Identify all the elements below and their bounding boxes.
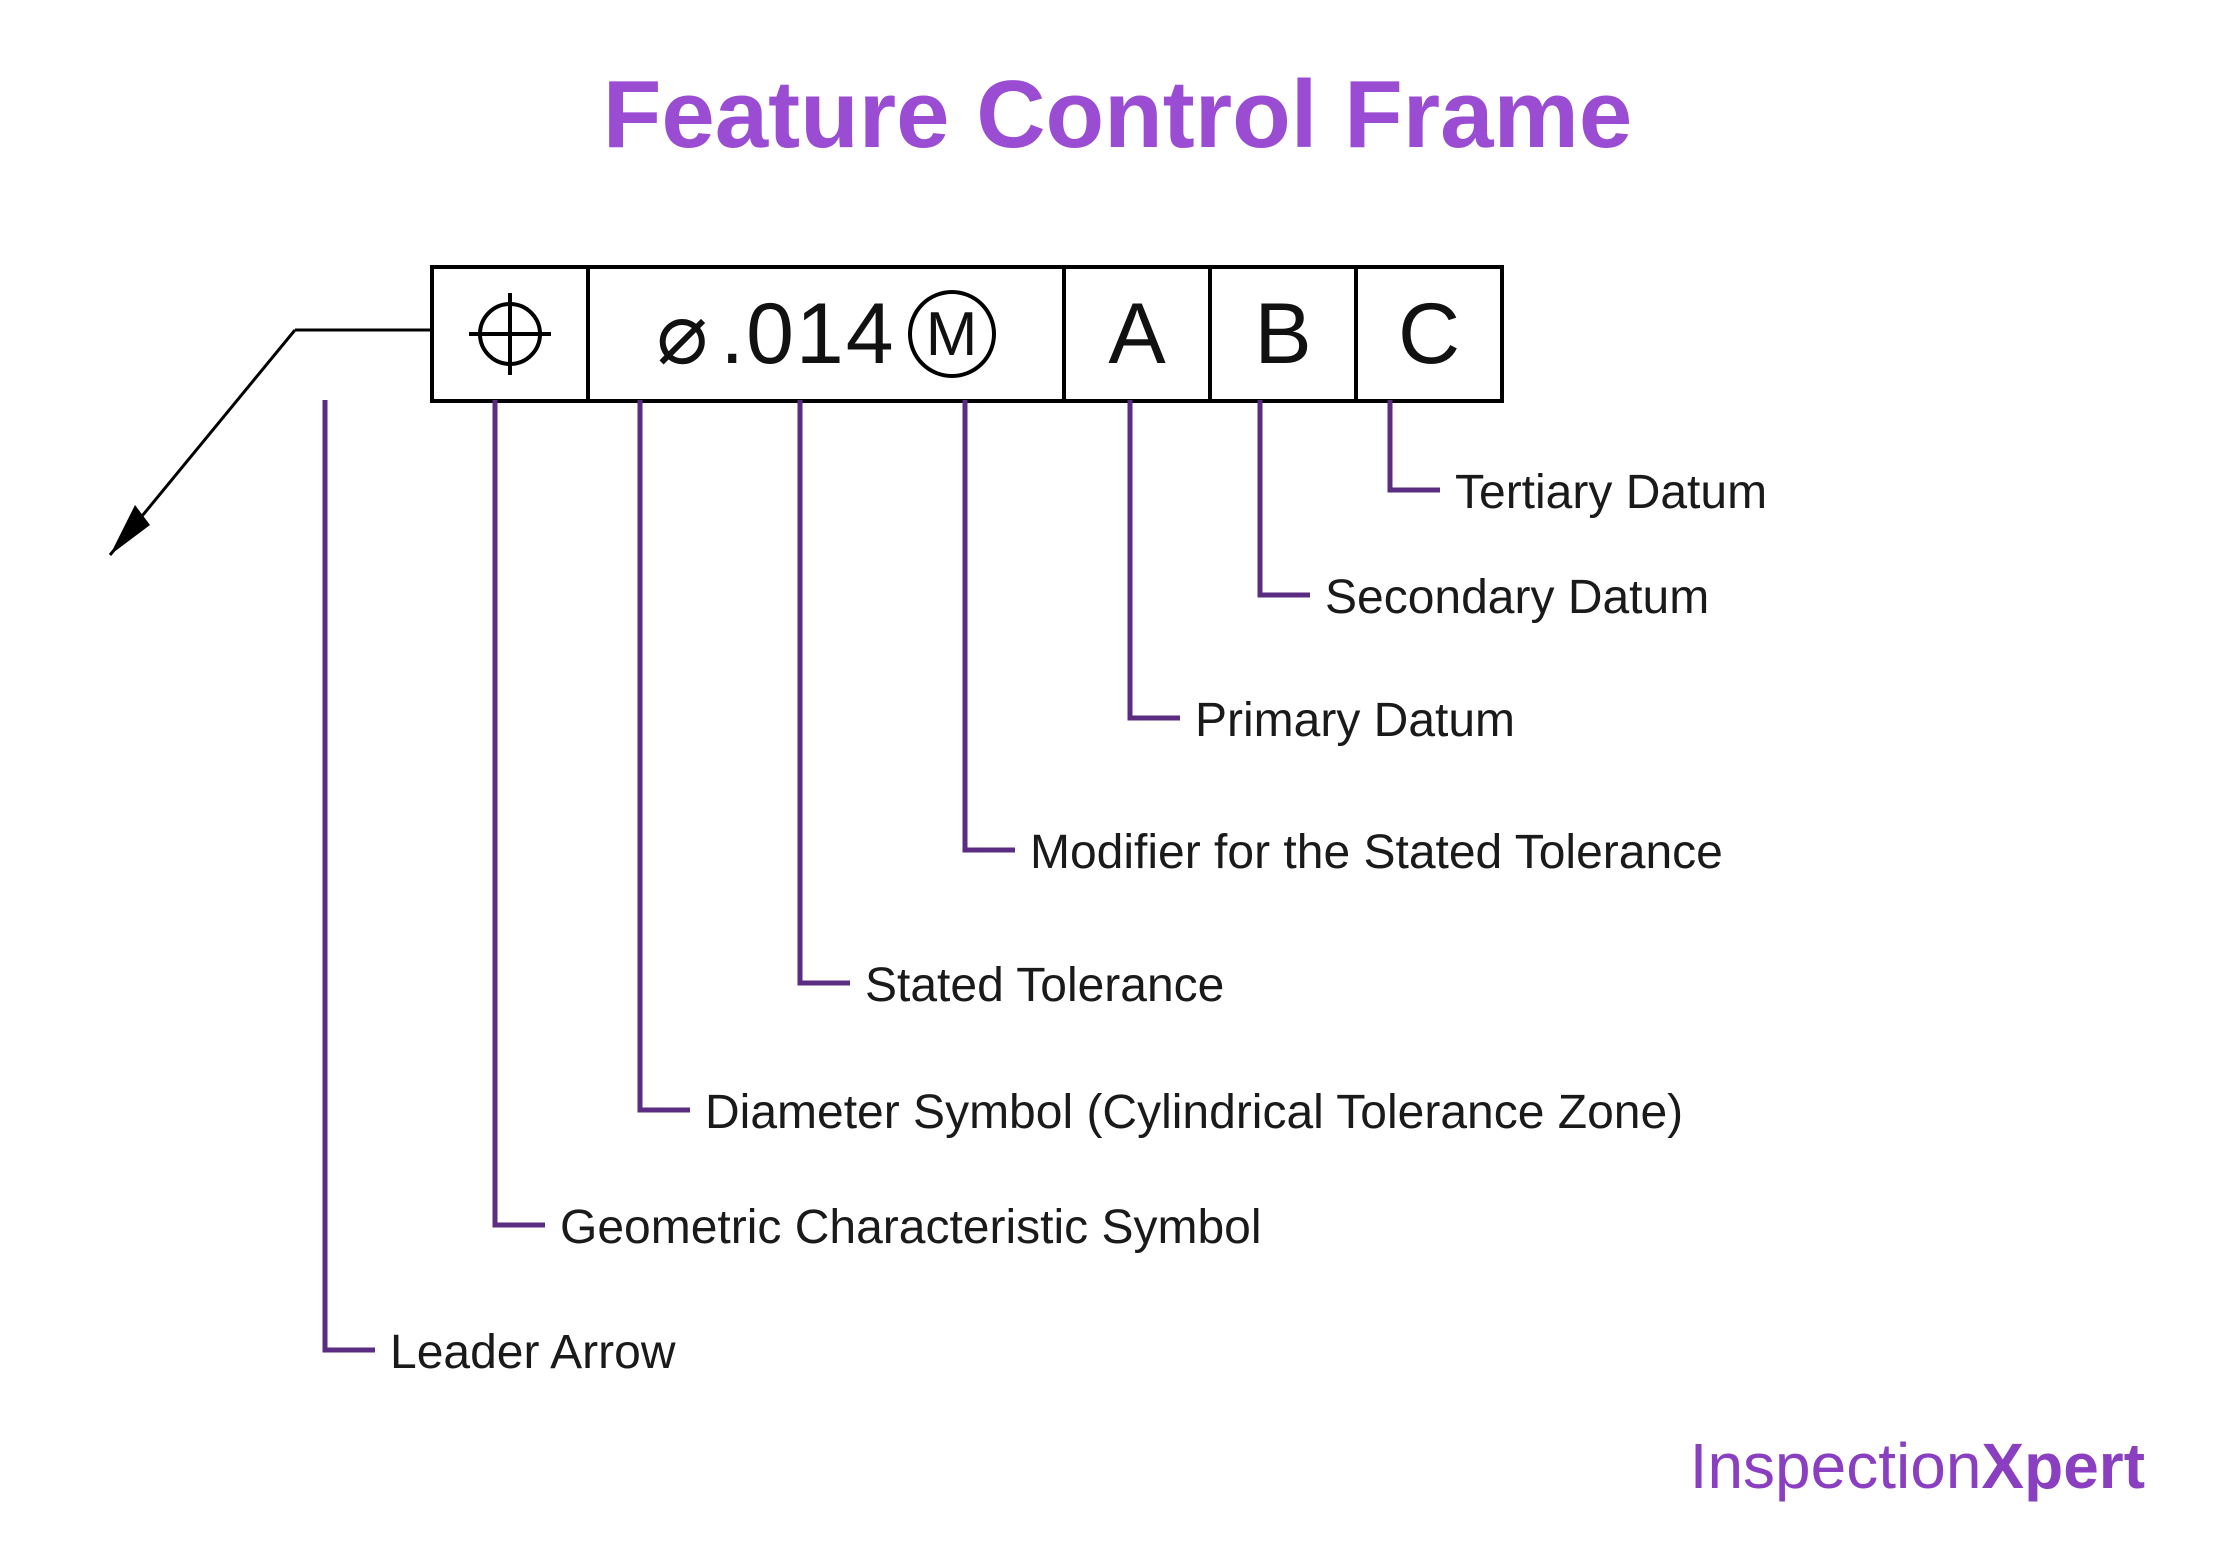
geometric-characteristic-cell	[434, 269, 590, 399]
material-condition-modifier: M	[908, 290, 996, 378]
true-position-icon	[465, 289, 555, 379]
tertiary-datum-cell: C	[1358, 269, 1500, 399]
logo-part1: Inspection	[1690, 1430, 1982, 1502]
tolerance-value: .014	[720, 285, 895, 384]
brand-logo: InspectionXpert	[1690, 1429, 2145, 1503]
callout-modifier: Modifier for the Stated Tolerance	[1030, 825, 1723, 880]
callout-primary-datum: Primary Datum	[1195, 693, 1515, 748]
callout-stated-tolerance: Stated Tolerance	[865, 958, 1224, 1013]
diagram-title: Feature Control Frame	[0, 60, 2235, 170]
logo-part2: Xpert	[1981, 1430, 2145, 1502]
callout-lines	[0, 0, 2235, 1553]
tolerance-cell: ⌀ .014 M	[590, 269, 1066, 399]
diameter-icon: ⌀	[656, 284, 708, 384]
feature-control-frame: ⌀ .014 M A B C	[430, 265, 1504, 403]
callout-geometric-characteristic: Geometric Characteristic Symbol	[560, 1200, 1262, 1255]
leader-arrow	[80, 300, 440, 600]
secondary-datum-cell: B	[1212, 269, 1358, 399]
callout-diameter-symbol: Diameter Symbol (Cylindrical Tolerance Z…	[705, 1085, 1683, 1140]
callout-tertiary-datum: Tertiary Datum	[1455, 465, 1767, 520]
callout-secondary-datum: Secondary Datum	[1325, 570, 1709, 625]
primary-datum-cell: A	[1066, 269, 1212, 399]
callout-leader-arrow: Leader Arrow	[390, 1325, 676, 1380]
